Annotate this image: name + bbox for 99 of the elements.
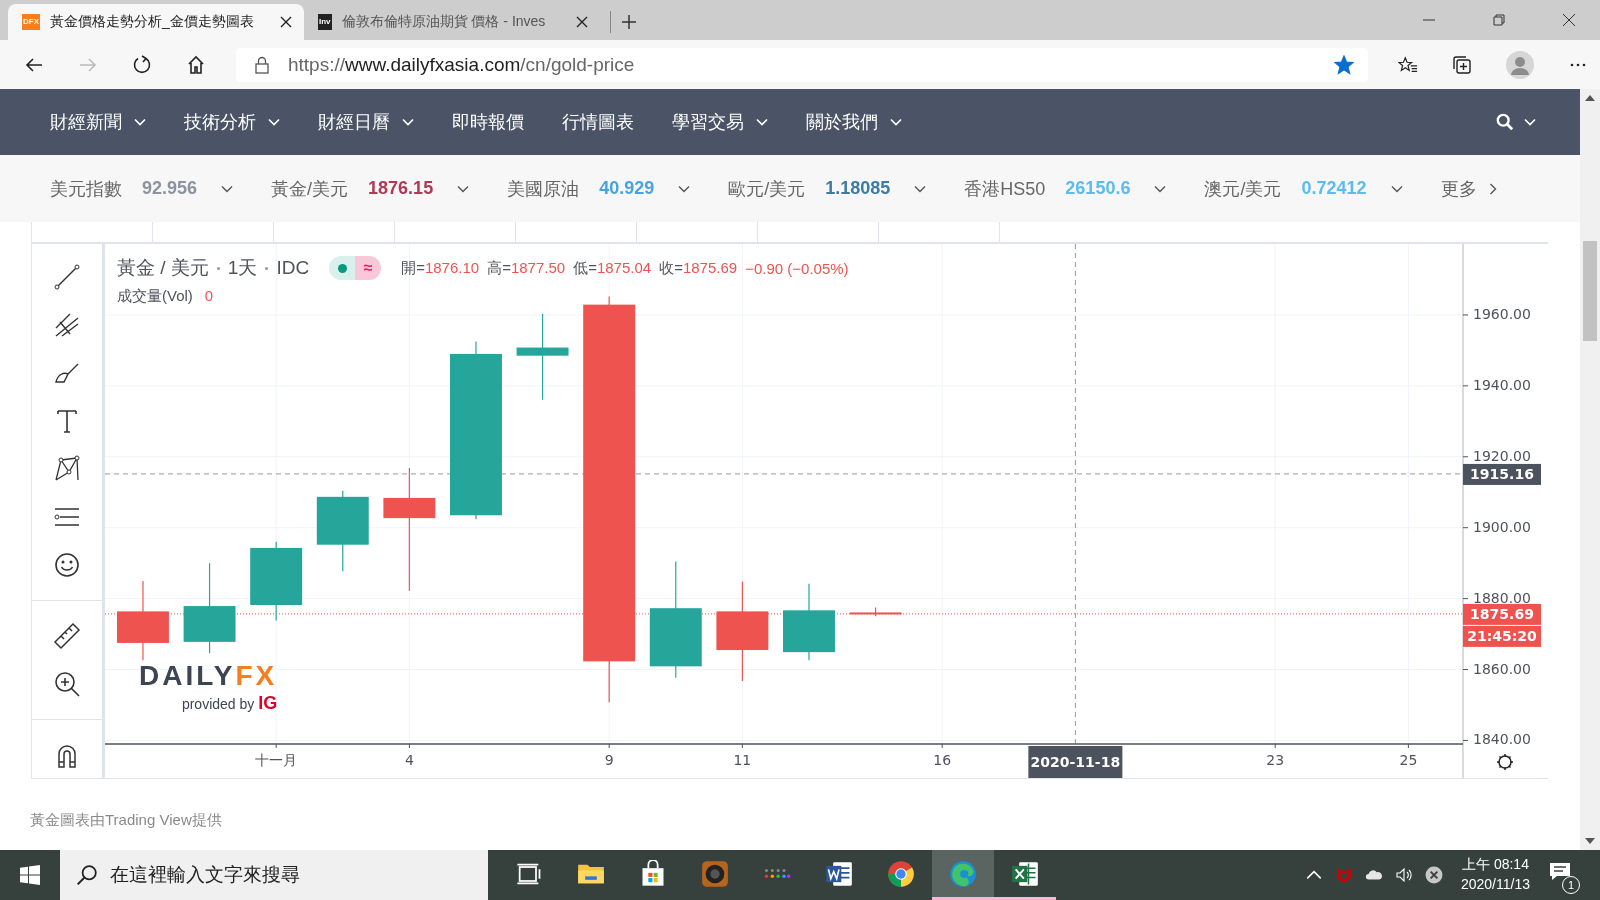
nav-menu-item[interactable]: 關於我們 — [806, 110, 878, 134]
scroll-down-icon[interactable] — [1585, 838, 1595, 844]
provided-by-text: provided by IG — [181, 693, 278, 714]
nav-menu-item[interactable]: 學習交易 — [672, 110, 744, 134]
candlestick — [849, 606, 902, 617]
nav-menu-item[interactable]: 技術分析 — [184, 110, 256, 134]
quote-name[interactable]: 美國原油 — [507, 176, 580, 201]
price-axis-label: 1920.00 — [1473, 447, 1531, 464]
caret-icon[interactable] — [914, 184, 927, 193]
profile-avatar-icon[interactable] — [1506, 50, 1534, 79]
plus-icon[interactable] — [621, 14, 637, 30]
quote-value: 26150.6 — [1065, 178, 1131, 199]
ohlc-value: 低=1875.04 — [573, 258, 652, 278]
lock-icon — [254, 55, 270, 74]
volume-icon[interactable] — [1394, 866, 1413, 884]
ohlc-value: 開=1876.10 — [401, 258, 480, 278]
date-axis-label: 23 — [1266, 752, 1285, 768]
home-icon[interactable] — [186, 54, 206, 75]
close-icon[interactable] — [1562, 13, 1576, 27]
separator-dot — [216, 266, 220, 270]
crosshair-price-tag: 1915.16 — [1463, 463, 1541, 485]
date-axis-label: 11 — [733, 752, 752, 768]
interval-label[interactable]: 1天 — [227, 255, 258, 281]
ref-line-label: 1875.69 — [1470, 605, 1534, 622]
clock-time[interactable]: 上午 08:14 — [1462, 855, 1529, 875]
caret-icon[interactable] — [678, 184, 691, 193]
search-icon[interactable] — [1496, 113, 1514, 131]
browser-tab[interactable]: DFX 黃金價格走勢分析_金價走勢圖表 — [8, 4, 304, 40]
price-axis-label: 1880.00 — [1473, 589, 1531, 606]
caret-icon[interactable] — [457, 184, 470, 193]
price-change: −0.90 (−0.05%) — [745, 259, 849, 277]
quote-name[interactable]: 美元指數 — [50, 176, 122, 201]
favicon: Inv — [318, 14, 332, 30]
more-link[interactable]: 更多 — [1440, 176, 1477, 201]
search-icon[interactable] — [76, 864, 98, 886]
price-axis-label: 1860.00 — [1473, 660, 1531, 677]
caret-icon[interactable] — [221, 184, 234, 193]
quote-value: 92.956 — [142, 178, 198, 199]
quote-value: 40.929 — [599, 178, 655, 199]
ruler-icon[interactable] — [52, 621, 82, 651]
start-icon[interactable] — [20, 865, 40, 885]
nav-menu-item[interactable]: 即時報價 — [452, 110, 524, 134]
line-tool-icon[interactable] — [52, 262, 82, 292]
collections-icon[interactable] — [1452, 54, 1472, 75]
last-price-tag: 1875.69 — [1463, 603, 1541, 625]
clock-date[interactable]: 2020/11/13 — [1460, 875, 1530, 895]
date-axis-label: 9 — [604, 752, 614, 768]
zoom-in-icon[interactable] — [52, 669, 82, 699]
network-error-icon[interactable] — [1424, 866, 1443, 884]
settings-icon[interactable] — [1496, 753, 1514, 771]
ohlc-value: 收=1875.69 — [659, 258, 738, 278]
nav-menu-item[interactable]: 行情圖表 — [562, 110, 634, 134]
smiley-icon[interactable] — [52, 550, 82, 580]
ohlc-value: 高=1877.50 — [487, 258, 566, 278]
quote-name[interactable]: 香港HS50 — [964, 176, 1046, 201]
dailyfx-logo: DAILYFX — [139, 662, 278, 690]
restore-icon[interactable] — [1492, 13, 1506, 27]
quote-name[interactable]: 黃金/美元 — [271, 176, 349, 201]
date-axis-label: 16 — [933, 752, 952, 768]
tab-title: 倫敦布倫特原油期貨 價格 - Inves — [341, 13, 547, 31]
volume-label: 成交量(Vol) — [117, 287, 193, 306]
close-icon[interactable] — [576, 16, 588, 28]
symbol-title: 黃金 / 美元 — [117, 256, 209, 280]
caret-icon[interactable] — [1154, 184, 1167, 193]
price-axis-label: 1940.00 — [1473, 376, 1531, 393]
caret-icon[interactable] — [1390, 184, 1403, 193]
chart-credit-text: 黃金圖表由Trading View提供 — [30, 811, 223, 830]
quote-name[interactable]: 澳元/美元 — [1204, 176, 1282, 201]
scrollbar-thumb[interactable] — [1583, 241, 1597, 341]
favicon: DFX — [22, 14, 40, 30]
volume-value: 0 — [204, 287, 214, 306]
quote-value: 1876.15 — [368, 178, 434, 199]
price-axis-label: 1960.00 — [1473, 305, 1531, 322]
ref-line-label: 1915.16 — [1470, 465, 1534, 482]
date-axis-label: 4 — [404, 752, 414, 768]
crosshair-date-tag: 2020-11-18 — [1028, 746, 1123, 778]
refresh-icon[interactable] — [132, 54, 152, 75]
separator-dot — [265, 266, 269, 270]
chevron-right-icon[interactable] — [1488, 182, 1497, 195]
nav-menu-item[interactable]: 財經日曆 — [318, 110, 390, 134]
price-axis-label: 1900.00 — [1473, 518, 1531, 535]
countdown-tag: 21:45:20 — [1463, 625, 1541, 647]
favorite-star-icon[interactable] — [1334, 54, 1354, 75]
browser-tab[interactable]: Inv 倫敦布倫特原油期貨 價格 - Inves — [304, 4, 600, 40]
nav-menu-item[interactable]: 財經新聞 — [50, 110, 122, 134]
close-icon[interactable] — [280, 16, 292, 28]
quote-name[interactable]: 歐元/美元 — [728, 176, 806, 201]
quote-value: 0.72412 — [1301, 178, 1367, 199]
taskbar-search-field[interactable]: 在這裡輸入文字來搜尋 — [60, 850, 488, 900]
favorites-icon[interactable] — [1398, 54, 1418, 75]
quote-value: 1.18085 — [825, 178, 891, 199]
notification-count: 1 — [1562, 876, 1580, 894]
tab-title: 黃金價格走勢分析_金價走勢圖表 — [50, 13, 255, 31]
edge-app-icon[interactable] — [932, 850, 994, 900]
date-axis-label: 十一月 — [255, 752, 298, 768]
date-axis-label: 25 — [1399, 752, 1418, 768]
source-label: IDC — [276, 257, 310, 279]
price-axis-label: 1840.00 — [1473, 731, 1531, 748]
scroll-up-icon[interactable] — [1585, 95, 1595, 101]
